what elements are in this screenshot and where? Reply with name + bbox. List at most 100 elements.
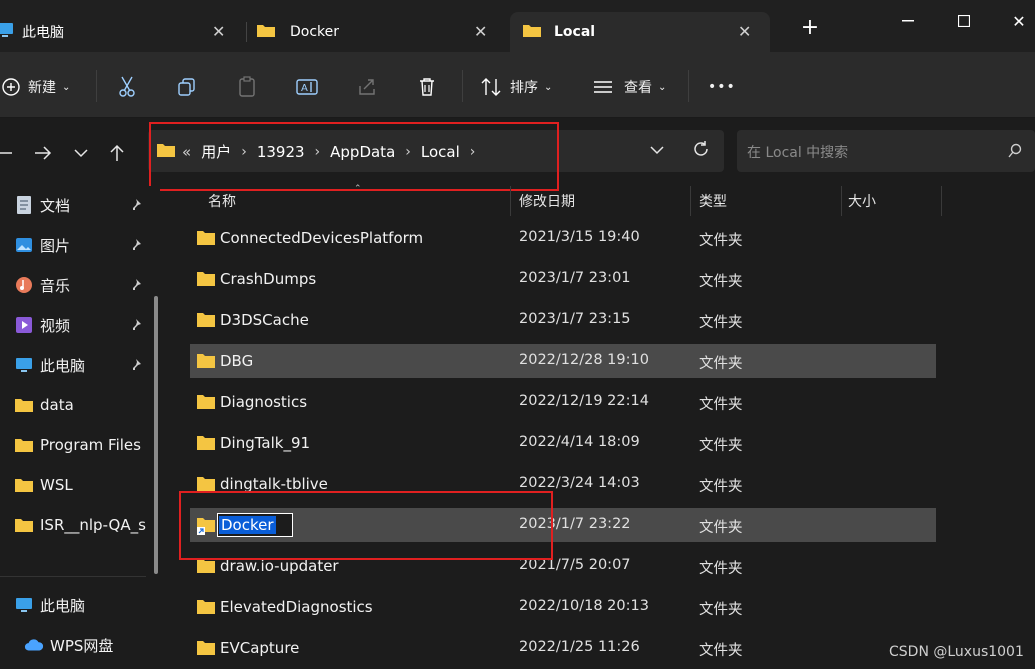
sidebar-item-label: ISR__nlp-QA_st (40, 516, 146, 534)
file-row[interactable]: EVCapture 2022/1/25 11:26 文件夹 (190, 631, 936, 665)
file-type: 文件夹 (699, 520, 743, 536)
copy-button[interactable] (174, 72, 200, 102)
tab-label: 此电脑 (22, 25, 64, 41)
file-date: 2023/1/7 23:15 (519, 311, 631, 327)
sidebar-item-program-files[interactable]: Program Files (14, 430, 141, 460)
sidebar-item-label: data (40, 396, 74, 414)
close-icon[interactable]: ✕ (474, 22, 487, 41)
sidebar-item-label: Program Files (40, 436, 141, 454)
folder-icon (14, 515, 34, 535)
recent-locations-button[interactable] (68, 140, 94, 166)
sidebar-item-pictures[interactable]: 图片 (14, 230, 70, 260)
tab-bar: 此电脑 ✕ Docker ✕ Local ✕ + ✕ (0, 0, 1035, 52)
file-type: 文件夹 (699, 315, 743, 331)
file-row[interactable]: ElevatedDiagnostics 2022/10/18 20:13 文件夹 (190, 590, 936, 624)
up-button[interactable] (104, 140, 130, 166)
svg-text:A: A (301, 83, 308, 94)
file-row[interactable]: Diagnostics 2022/12/19 22:14 文件夹 (190, 385, 936, 419)
sort-label: 排序 (510, 80, 538, 96)
pin-icon[interactable] (128, 238, 142, 254)
sidebar-item-music[interactable]: 音乐 (14, 270, 70, 300)
new-button[interactable]: 新建 ⌄ (0, 72, 70, 102)
close-icon[interactable]: ✕ (212, 22, 225, 41)
column-divider[interactable] (941, 186, 942, 216)
minimize-button[interactable] (888, 8, 928, 34)
sort-caret-icon: ⌃ (354, 184, 362, 194)
sidebar-item-label: WPS网盘 (50, 636, 114, 655)
file-type: 文件夹 (699, 438, 743, 454)
search-input[interactable]: 在 Local 中搜索 (737, 130, 1035, 172)
sidebar-item-this-pc[interactable]: 此电脑 (14, 350, 85, 380)
folder-icon (522, 22, 542, 42)
sidebar-item-wsl[interactable]: WSL (14, 470, 73, 500)
close-icon[interactable]: ✕ (738, 22, 751, 41)
new-tab-button[interactable]: + (790, 14, 830, 40)
view-list-icon (590, 74, 616, 100)
toolbar-divider (462, 70, 463, 102)
more-options-button[interactable]: ••• (708, 72, 736, 102)
sidebar-item-isr-nlp-qa[interactable]: ISR__nlp-QA_st (14, 510, 146, 540)
sidebar-item-label: WSL (40, 476, 73, 494)
copy-icon (174, 74, 200, 100)
column-divider[interactable] (690, 186, 691, 216)
address-history-button[interactable] (650, 143, 664, 159)
column-header-date[interactable]: 修改日期 (519, 186, 575, 216)
file-date: 2022/12/19 22:14 (519, 393, 649, 409)
sort-button[interactable]: 排序 ⌄ (478, 72, 552, 102)
column-header-name[interactable]: 名称 (208, 186, 236, 216)
sidebar-scrollbar[interactable] (154, 296, 158, 574)
rename-button[interactable]: A (294, 72, 320, 102)
file-type: 文件夹 (699, 561, 743, 577)
sidebar-item-label: 音乐 (40, 276, 71, 295)
file-date: 2022/12/28 19:10 (519, 352, 649, 368)
view-button[interactable]: 查看 ⌄ (590, 72, 666, 102)
column-header-type[interactable]: 类型 (699, 186, 727, 216)
chevron-down-icon: ⌄ (544, 81, 553, 93)
sidebar-item-wps-cloud[interactable]: WPS网盘 (24, 630, 113, 660)
folder-icon (196, 230, 216, 246)
tab-this-pc[interactable]: 此电脑 ✕ (0, 12, 240, 52)
pin-icon[interactable] (128, 358, 142, 374)
watermark: CSDN @Luxus1001 (889, 644, 1024, 660)
pin-icon[interactable] (128, 278, 142, 294)
sidebar-item-videos[interactable]: 视频 (14, 310, 70, 340)
sidebar-item-data[interactable]: data (14, 390, 74, 420)
file-row[interactable]: CrashDumps 2023/1/7 23:01 文件夹 (190, 262, 936, 296)
file-name: CrashDumps (220, 270, 317, 288)
folder-icon (196, 394, 216, 410)
tab-label: Docker (290, 24, 340, 40)
music-icon (14, 275, 34, 295)
refresh-button[interactable] (692, 140, 710, 162)
search-icon[interactable] (1007, 143, 1023, 163)
file-name: ConnectedDevicesPlatform (220, 229, 424, 247)
file-row[interactable]: D3DSCache 2023/1/7 23:15 文件夹 (190, 303, 936, 337)
column-divider[interactable] (841, 186, 842, 216)
back-button[interactable] (0, 140, 18, 166)
paste-button[interactable] (234, 72, 260, 102)
column-header-size[interactable]: 大小 (848, 186, 876, 216)
sidebar-item-label: 此电脑 (40, 356, 86, 375)
command-bar: 新建 ⌄ A 排序 ⌄ 查看 ⌄ ••• (0, 52, 1035, 118)
this-pc-icon (14, 355, 34, 375)
sidebar-item-label: 文档 (40, 196, 71, 215)
window-close-button[interactable]: ✕ (1004, 8, 1034, 34)
delete-button[interactable] (414, 72, 440, 102)
maximize-button[interactable] (944, 8, 984, 34)
pin-icon[interactable] (128, 318, 142, 334)
sidebar-item-documents[interactable]: 文档 (14, 190, 70, 220)
column-divider[interactable] (510, 186, 511, 216)
file-row-selected[interactable]: DBG 2022/12/28 19:10 文件夹 (190, 344, 936, 378)
pin-icon[interactable] (128, 198, 142, 214)
forward-button[interactable] (30, 140, 56, 166)
file-row[interactable]: ConnectedDevicesPlatform 2021/3/15 19:40… (190, 221, 936, 255)
tab-local[interactable]: Local ✕ (510, 12, 770, 52)
file-type: 文件夹 (699, 274, 743, 290)
folder-icon (196, 435, 216, 451)
sidebar-item-this-pc-root[interactable]: 此电脑 (14, 590, 85, 620)
cut-button[interactable] (114, 72, 140, 102)
file-row[interactable]: DingTalk_91 2022/4/14 18:09 文件夹 (190, 426, 936, 460)
share-button[interactable] (354, 72, 380, 102)
tab-docker[interactable]: Docker ✕ (256, 12, 500, 52)
folder-icon (196, 271, 216, 287)
search-placeholder: 在 Local 中搜索 (747, 145, 849, 161)
